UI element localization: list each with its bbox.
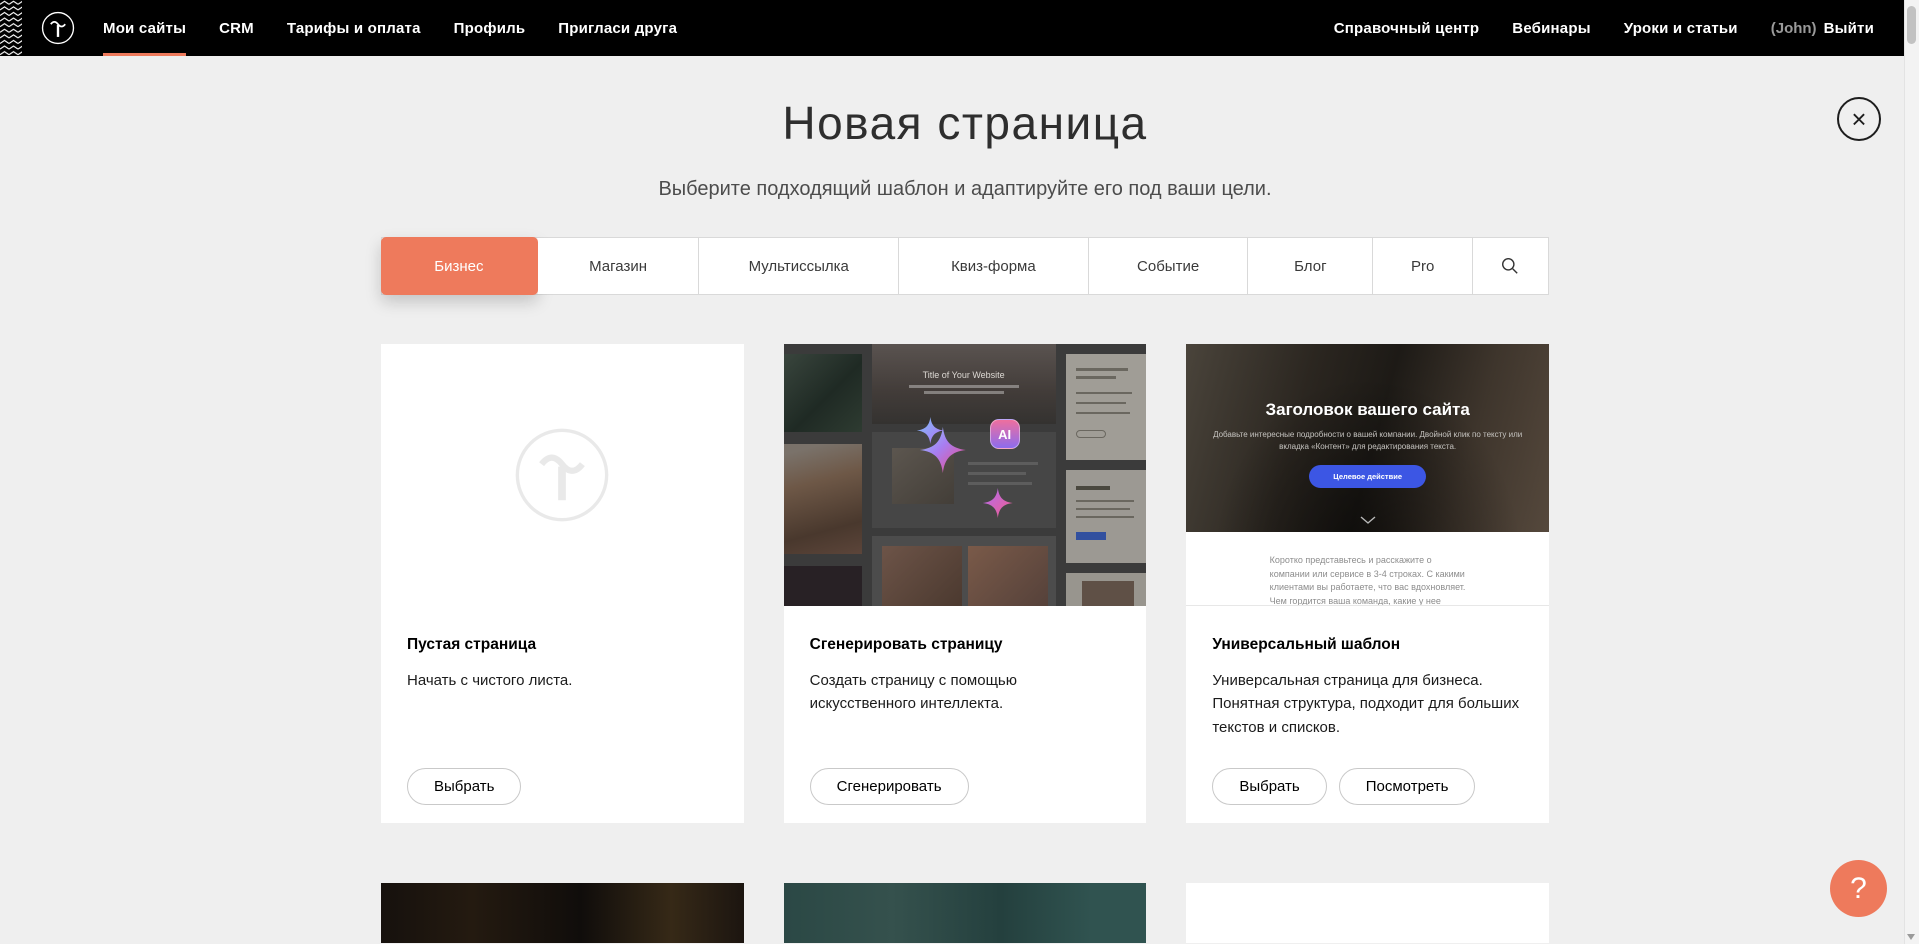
- ai-sparkle-icon: [784, 344, 1147, 606]
- nav-item-profile[interactable]: Профиль: [454, 0, 526, 56]
- template-card-partial[interactable]: [1186, 883, 1549, 943]
- template-cards-grid-row2: [381, 883, 1549, 943]
- template-cards-grid: Пустая страница Начать с чистого листа. …: [381, 344, 1549, 823]
- user-name-label: (John): [1771, 20, 1817, 37]
- help-chat-button[interactable]: ?: [1830, 860, 1887, 917]
- tab-pro[interactable]: Pro: [1373, 238, 1473, 294]
- zigzag-pattern-decoration: [0, 0, 24, 56]
- template-body-text: Коротко представьтесь и расскажите о ком…: [1270, 554, 1466, 606]
- tab-business[interactable]: Бизнес: [381, 237, 538, 295]
- nav-item-tutorials[interactable]: Уроки и статьи: [1624, 0, 1738, 56]
- card-description: Начать с чистого листа.: [407, 669, 718, 692]
- navbar-right-menu: Справочный центр Вебинары Уроки и статьи…: [1334, 0, 1919, 56]
- template-card-partial[interactable]: [784, 883, 1147, 943]
- search-icon: [1500, 256, 1520, 276]
- card-description: Создать страницу с помощью искусственног…: [810, 669, 1121, 716]
- close-button[interactable]: ×: [1837, 97, 1881, 141]
- template-hero-title: Заголовок вашего сайта: [1186, 400, 1549, 420]
- nav-item-my-sites[interactable]: Мои сайты: [103, 0, 186, 56]
- tilda-watermark-icon: [514, 427, 610, 523]
- template-category-tabs: Бизнес Магазин Мультиссылка Квиз-форма С…: [381, 237, 1549, 295]
- template-hero-section: Заголовок вашего сайта Добавьте интересн…: [1186, 344, 1549, 532]
- template-hero-subtitle: Добавьте интересные подробности о вашей …: [1212, 429, 1524, 454]
- ai-badge: AI: [990, 419, 1020, 449]
- tilda-logo-icon[interactable]: [41, 11, 75, 45]
- blank-page-preview[interactable]: [381, 344, 744, 606]
- page-title: Новая страница: [381, 96, 1549, 150]
- tab-multilink[interactable]: Мультиссылка: [699, 238, 899, 294]
- vertical-scrollbar[interactable]: [1904, 0, 1919, 944]
- top-navbar: Мои сайты CRM Тарифы и оплата Профиль Пр…: [0, 0, 1919, 56]
- tab-event[interactable]: Событие: [1089, 238, 1249, 294]
- template-body-section: Коротко представьтесь и расскажите о ком…: [1186, 532, 1549, 606]
- chevron-down-icon: [1360, 516, 1376, 524]
- page-subtitle: Выберите подходящий шаблон и адаптируйте…: [381, 178, 1549, 201]
- template-card-partial[interactable]: [381, 883, 744, 943]
- card-universal-template: Заголовок вашего сайта Добавьте интересн…: [1186, 344, 1549, 823]
- tab-quiz-form[interactable]: Квиз-форма: [899, 238, 1089, 294]
- card-title: Универсальный шаблон: [1212, 636, 1523, 654]
- tab-search[interactable]: [1473, 238, 1547, 294]
- ai-preview-collage[interactable]: Title of Your Website: [784, 344, 1147, 606]
- template-cta-button: Целевое действие: [1309, 465, 1426, 488]
- scrollbar-thumb[interactable]: [1907, 6, 1916, 44]
- preview-template-button[interactable]: Посмотреть: [1339, 768, 1476, 805]
- card-ai-generate: Title of Your Website: [784, 344, 1147, 823]
- tab-shop[interactable]: Магазин: [538, 238, 700, 294]
- nav-item-crm[interactable]: CRM: [219, 0, 254, 56]
- card-title: Сгенерировать страницу: [810, 636, 1121, 654]
- select-blank-button[interactable]: Выбрать: [407, 768, 521, 805]
- card-title: Пустая страница: [407, 636, 718, 654]
- scrollbar-down-arrow-icon[interactable]: [1907, 934, 1915, 940]
- nav-item-invite-friend[interactable]: Пригласи друга: [558, 0, 677, 56]
- navbar-left-menu: Мои сайты CRM Тарифы и оплата Профиль Пр…: [103, 0, 677, 56]
- main-content: Новая страница Выберите подходящий шабло…: [381, 96, 1549, 943]
- generate-button[interactable]: Сгенерировать: [810, 768, 969, 805]
- universal-template-preview[interactable]: Заголовок вашего сайта Добавьте интересн…: [1186, 344, 1549, 606]
- select-template-button[interactable]: Выбрать: [1212, 768, 1326, 805]
- nav-item-help-center[interactable]: Справочный центр: [1334, 0, 1480, 56]
- tab-blog[interactable]: Блог: [1248, 238, 1373, 294]
- nav-item-pricing[interactable]: Тарифы и оплата: [287, 0, 421, 56]
- card-blank-page: Пустая страница Начать с чистого листа. …: [381, 344, 744, 823]
- logout-link[interactable]: Выйти: [1824, 0, 1874, 56]
- nav-item-webinars[interactable]: Вебинары: [1512, 0, 1590, 56]
- card-description: Универсальная страница для бизнеса. Поня…: [1212, 669, 1523, 739]
